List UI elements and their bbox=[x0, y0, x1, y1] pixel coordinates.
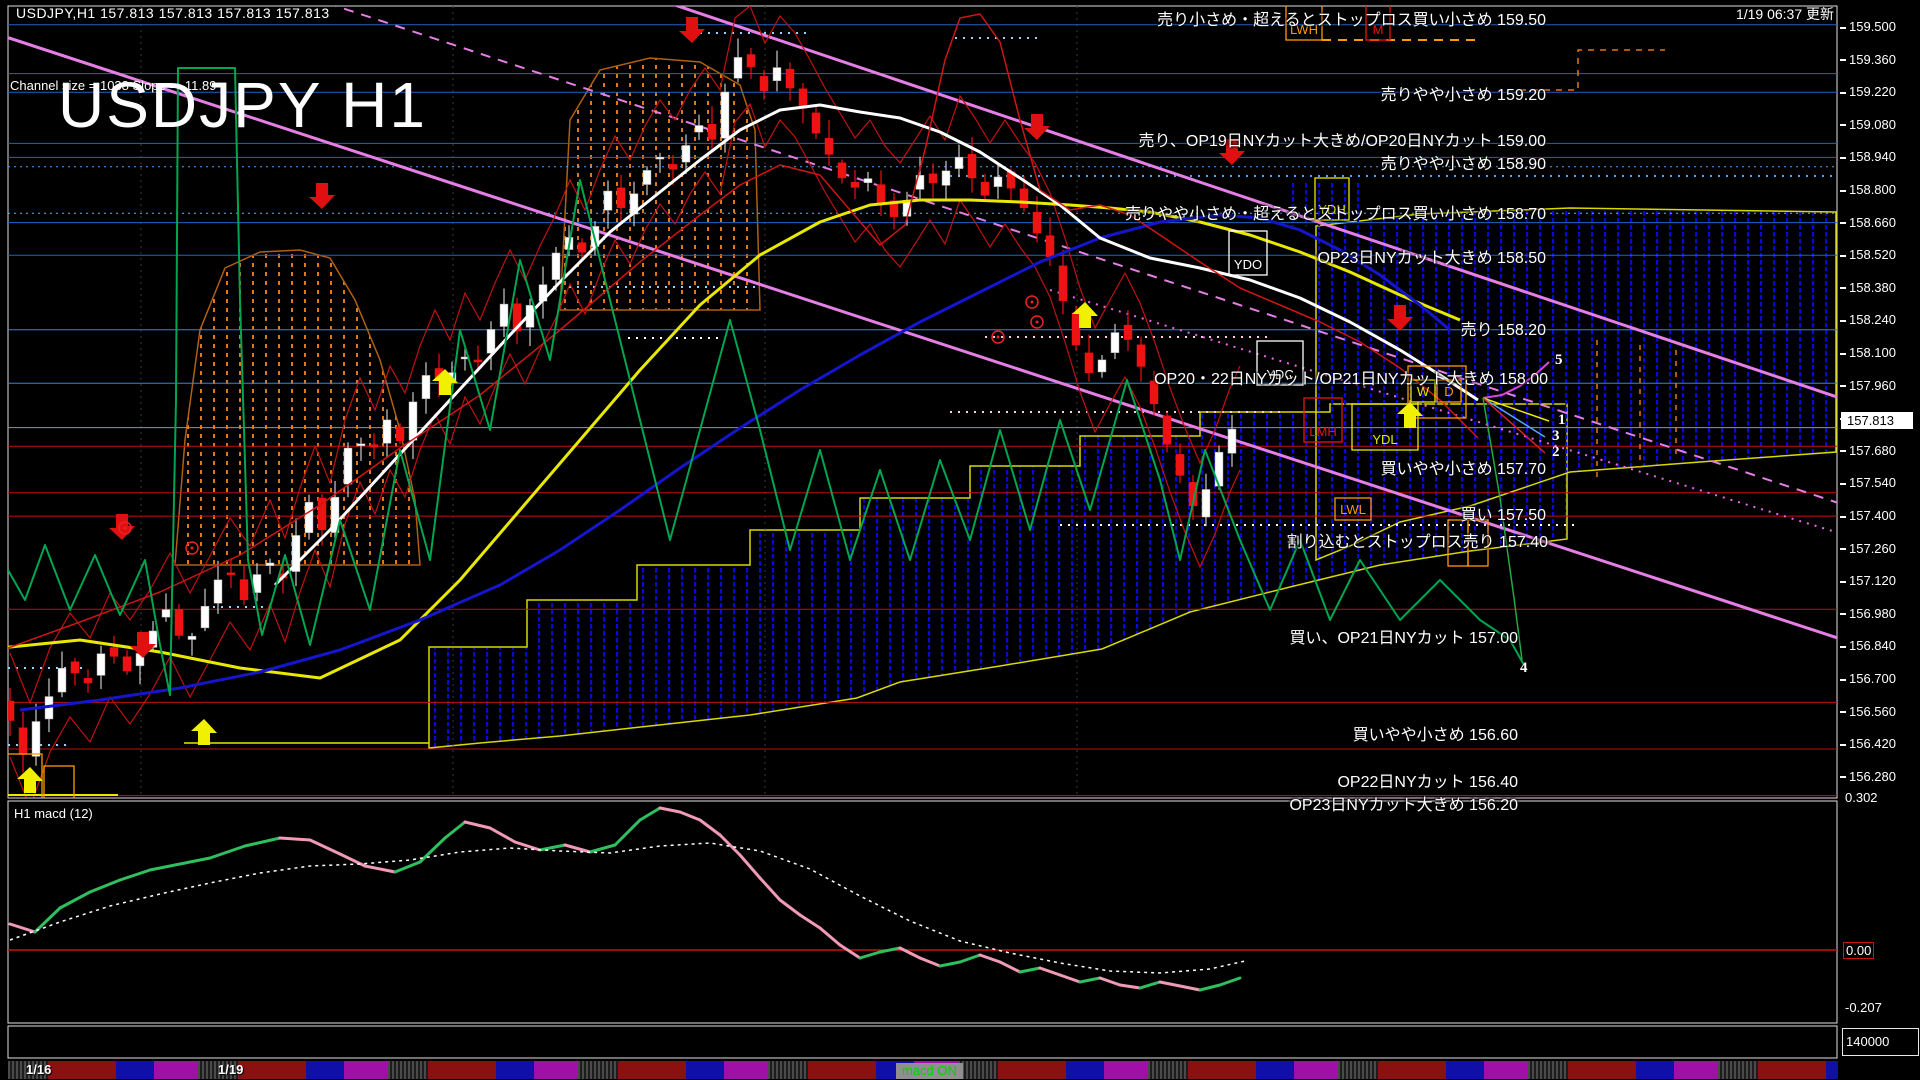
timeline-segment bbox=[618, 1061, 686, 1079]
fan-number-label: 4 bbox=[1520, 660, 1528, 677]
price-tick: 156.840 bbox=[1840, 638, 1896, 653]
volume-scale-label: 140000 bbox=[1842, 1028, 1919, 1056]
timeline-segment bbox=[534, 1061, 578, 1079]
chart-canvas[interactable]: LWHMYDHYDOYDCLMHYDLLWLWD bbox=[0, 0, 1920, 1080]
price-tick: 156.280 bbox=[1840, 769, 1896, 784]
timeline-segment bbox=[958, 1061, 998, 1079]
timeline-segment bbox=[1256, 1061, 1294, 1079]
price-tick: 158.240 bbox=[1840, 312, 1896, 327]
timeline-segment bbox=[428, 1061, 496, 1079]
timeline-segment bbox=[1568, 1061, 1636, 1079]
price-tick: 158.520 bbox=[1840, 247, 1896, 262]
timeline-segment bbox=[1484, 1061, 1528, 1079]
timeline-segment bbox=[578, 1061, 618, 1079]
timeline-segment bbox=[1148, 1061, 1188, 1079]
timeline-segment bbox=[768, 1061, 808, 1079]
timeline-segment bbox=[306, 1061, 344, 1079]
price-annotation: OP22日NYカット 156.40 bbox=[1337, 768, 1518, 792]
price-annotation: 売り 158.20 bbox=[1461, 316, 1546, 340]
symbol-ohlc-line: USDJPY,H1 157.813 157.813 157.813 157.81… bbox=[16, 5, 330, 21]
fan-number-label: 5 bbox=[1555, 352, 1563, 369]
timeline-segment bbox=[1066, 1061, 1104, 1079]
price-annotation: 売り小さめ・超えるとストップロス買い小さめ 159.50 bbox=[1157, 6, 1546, 30]
macd-scale-zero: 0.00 bbox=[1843, 942, 1874, 959]
fan-number-label: 1 bbox=[1558, 412, 1566, 429]
price-tick: 158.100 bbox=[1840, 345, 1896, 360]
timeline-segment bbox=[388, 1061, 428, 1079]
timeline-segment bbox=[344, 1061, 388, 1079]
timeline-date-label: 1/19 bbox=[218, 1062, 243, 1077]
timeline-segment bbox=[1188, 1061, 1256, 1079]
price-tick: 158.800 bbox=[1840, 182, 1896, 197]
price-tick: 158.380 bbox=[1840, 280, 1896, 295]
timeline-segment bbox=[1104, 1061, 1148, 1079]
trading-chart-window: LWHMYDHYDOYDCLMHYDLLWLWD USDJPY,H1 157.8… bbox=[0, 0, 1920, 1080]
svg-text:LWL: LWL bbox=[1340, 502, 1366, 517]
price-tick: 157.120 bbox=[1840, 573, 1896, 588]
price-tick: 159.500 bbox=[1840, 19, 1896, 34]
timeline-segment bbox=[998, 1061, 1066, 1079]
timeline-segment bbox=[1338, 1061, 1378, 1079]
price-tick: 156.560 bbox=[1840, 704, 1896, 719]
price-annotation: 売りやや小さめ 158.90 bbox=[1381, 150, 1546, 174]
current-price-label: 157.813 bbox=[1841, 412, 1913, 429]
price-tick: 158.660 bbox=[1840, 215, 1896, 230]
price-annotation: 買いやや小さめ 157.70 bbox=[1381, 455, 1546, 479]
fan-number-label: 3 bbox=[1552, 428, 1560, 445]
timeline-segment bbox=[1718, 1061, 1758, 1079]
price-tick: 158.940 bbox=[1840, 149, 1896, 164]
macd-scale-top: 0.302 bbox=[1845, 790, 1878, 805]
macd-toggle-button[interactable]: macd ON bbox=[896, 1063, 963, 1079]
timeline-segment bbox=[1758, 1061, 1826, 1079]
price-tick: 159.080 bbox=[1840, 117, 1896, 132]
price-tick: 157.400 bbox=[1840, 508, 1896, 523]
price-tick: 157.680 bbox=[1840, 443, 1896, 458]
timeline-segment bbox=[1826, 1061, 1838, 1079]
price-tick: 159.220 bbox=[1840, 84, 1896, 99]
price-annotation: OP23日NYカット大きめ 158.50 bbox=[1317, 244, 1546, 268]
timeline-segment bbox=[1446, 1061, 1484, 1079]
updated-timestamp: 1/19 06:37 更新 bbox=[1736, 4, 1834, 24]
price-annotation: 買い 157.50 bbox=[1461, 501, 1546, 525]
channel-info-label: Channel size = 1038 Slope = -11.89 bbox=[10, 78, 216, 93]
price-annotation: 買い、OP21日NYカット 157.00 bbox=[1289, 624, 1518, 648]
timeline-segment bbox=[686, 1061, 724, 1079]
timeline-segment bbox=[1636, 1061, 1674, 1079]
price-tick: 156.420 bbox=[1840, 736, 1896, 751]
timeline-segment bbox=[724, 1061, 768, 1079]
macd-scale-bottom: -0.207 bbox=[1845, 1000, 1882, 1015]
timeline-segment bbox=[808, 1061, 876, 1079]
price-tick: 159.360 bbox=[1840, 52, 1896, 67]
price-tick: 157.960 bbox=[1840, 378, 1896, 393]
timeline-segment bbox=[154, 1061, 198, 1079]
fan-number-label: 2 bbox=[1552, 444, 1560, 461]
timeline-segment bbox=[496, 1061, 534, 1079]
timeline-segment bbox=[1528, 1061, 1568, 1079]
price-tick: 157.540 bbox=[1840, 475, 1896, 490]
price-annotation: OP23日NYカット大きめ 156.20 bbox=[1289, 791, 1518, 815]
price-annotation: 割り込むとストップロス売り 157.40 bbox=[1287, 528, 1548, 552]
price-annotation: 売りやや小さめ 159.20 bbox=[1381, 81, 1546, 105]
macd-indicator-title: H1 macd (12) bbox=[14, 806, 93, 821]
price-tick: 157.260 bbox=[1840, 541, 1896, 556]
timeline-segment bbox=[1378, 1061, 1446, 1079]
svg-text:LMH: LMH bbox=[1309, 424, 1336, 439]
price-tick: 156.700 bbox=[1840, 671, 1896, 686]
timeline-segment bbox=[238, 1061, 306, 1079]
svg-text:YDO: YDO bbox=[1234, 257, 1262, 272]
timeline-segment bbox=[116, 1061, 154, 1079]
timeline-segment bbox=[1294, 1061, 1338, 1079]
svg-text:YDL: YDL bbox=[1372, 432, 1397, 447]
timeline-segment bbox=[1674, 1061, 1718, 1079]
price-tick: 156.980 bbox=[1840, 606, 1896, 621]
timeline-segment bbox=[48, 1061, 116, 1079]
price-annotation: 売りやや小さめ・超えるとストップロス買い小さめ 158.70 bbox=[1125, 200, 1546, 224]
price-annotation: 買いやや小さめ 156.60 bbox=[1353, 721, 1518, 745]
price-annotation: OP20・22日NYカット/OP21日NYカット大きめ 158.00 bbox=[1154, 365, 1548, 389]
timeline-date-label: 1/16 bbox=[26, 1062, 51, 1077]
price-annotation: 売り、OP19日NYカット大きめ/OP20日NYカット 159.00 bbox=[1139, 127, 1546, 151]
